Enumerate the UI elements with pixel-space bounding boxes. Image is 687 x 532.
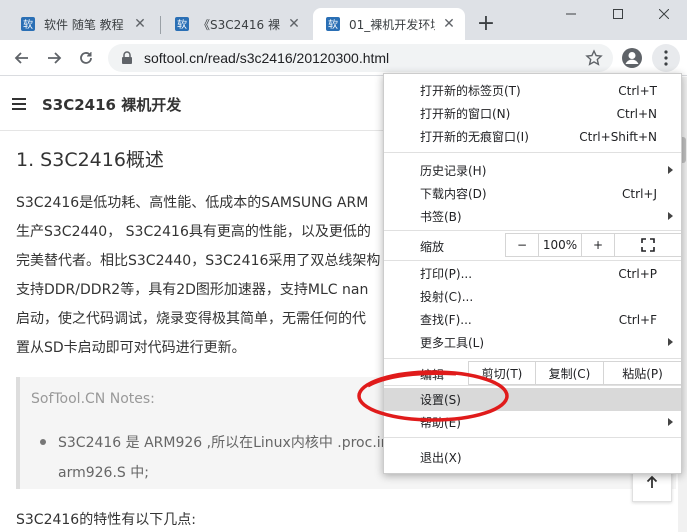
arrow-up-icon: [646, 475, 658, 488]
browser-toolbar: softool.cn/read/s3c2416/20120300.html: [0, 40, 687, 76]
tab-title: 《S3C2416 裸机: [198, 17, 280, 32]
menu-item-label: 下载内容(D): [420, 187, 487, 201]
menu-item-label: 书签(B): [420, 210, 462, 224]
menu-divider: [384, 358, 681, 359]
paste-label: 粘贴(P): [622, 366, 663, 381]
tab-close-icon[interactable]: ✕: [286, 16, 302, 32]
chrome-menu-button[interactable]: [652, 44, 680, 72]
svg-text:软: 软: [328, 18, 338, 31]
minimize-icon[interactable]: [548, 0, 594, 28]
menu-item-shortcut: Ctrl+J: [622, 186, 657, 201]
zoom-in-label: +: [592, 238, 604, 252]
menu-item-downloads[interactable]: 下载内容(D) Ctrl+J: [384, 182, 681, 205]
submenu-arrow-icon: [668, 338, 673, 346]
more-vert-icon: [664, 50, 668, 66]
bookmark-star-icon[interactable]: [585, 49, 603, 67]
paste-button[interactable]: 粘贴(P): [603, 361, 681, 385]
site-favicon-icon: 软: [175, 17, 189, 31]
menu-item-new-tab[interactable]: 打开新的标签页(T) Ctrl+T: [384, 79, 681, 102]
zoom-level: 100%: [538, 233, 582, 257]
submenu-arrow-icon: [668, 166, 673, 174]
zoom-row: 缩放 − 100% +: [384, 231, 681, 259]
menu-item-shortcut: Ctrl+Shift+N: [579, 129, 657, 144]
menu-item-label: 更多工具(L): [420, 336, 485, 350]
copy-button[interactable]: 复制(C): [535, 361, 604, 385]
maximize-icon[interactable]: [595, 0, 641, 28]
back-icon[interactable]: [8, 44, 36, 72]
bullet-icon: [40, 439, 46, 445]
menu-item-label: 打印(P)...: [420, 267, 473, 281]
tab-strip: 软 软件 随笔 教程 二 ✕ 软 《S3C2416 裸机 ✕ 软 01_裸机开发…: [0, 0, 687, 40]
menu-divider: [384, 260, 681, 261]
copy-label: 复制(C): [548, 366, 591, 381]
zoom-label: 缩放: [420, 240, 445, 254]
lock-icon: [122, 51, 132, 64]
submenu-arrow-icon: [668, 418, 673, 426]
tab-title: 01_裸机开发环境: [349, 17, 435, 32]
window-close-icon[interactable]: [641, 0, 687, 28]
menu-item-shortcut: Ctrl+P: [618, 266, 657, 281]
tab-close-icon[interactable]: ✕: [132, 16, 148, 32]
tab-title: 软件 随笔 教程 二: [44, 17, 126, 32]
menu-item-label: 查找(F)...: [420, 313, 472, 327]
menu-item-label: 退出(X): [420, 451, 462, 465]
notes-title: SofTool.CN Notes:: [31, 391, 155, 407]
tab-close-icon[interactable]: ✕: [441, 16, 457, 32]
features-intro: S3C2416的特性有以下几点:: [16, 512, 196, 528]
site-favicon-icon: 软: [326, 17, 340, 31]
menu-item-bookmarks[interactable]: 书签(B): [384, 205, 681, 228]
zoom-level-value: 100%: [542, 238, 578, 252]
menu-item-incognito[interactable]: 打开新的无痕窗口(I) Ctrl+Shift+N: [384, 125, 681, 148]
note-text: S3C2416 是 ARM926 ,所以在Linux内核中 .proc.info: [58, 435, 404, 451]
menu-divider: [384, 152, 681, 153]
menu-divider: [384, 437, 681, 438]
menu-item-label: 打开新的无痕窗口(I): [420, 130, 529, 144]
menu-item-shortcut: Ctrl+T: [618, 83, 657, 98]
menu-item-more-tools[interactable]: 更多工具(L): [384, 331, 681, 354]
menu-item-find[interactable]: 查找(F)... Ctrl+F: [384, 308, 681, 331]
address-bar[interactable]: softool.cn/read/s3c2416/20120300.html: [108, 44, 613, 72]
site-title[interactable]: S3C2416 裸机开发: [42, 94, 181, 115]
tab-2[interactable]: 软 《S3C2416 裸机 ✕: [162, 8, 310, 40]
note-text: arm926.S 中;: [58, 465, 149, 481]
hamburger-menu-icon[interactable]: [12, 98, 26, 110]
menu-item-history[interactable]: 历史记录(H): [384, 159, 681, 182]
svg-text:软: 软: [177, 18, 187, 31]
menu-item-cast[interactable]: 投射(C)...: [384, 285, 681, 308]
tab-1[interactable]: 软 软件 随笔 教程 二 ✕: [8, 8, 156, 40]
forward-icon[interactable]: [40, 44, 68, 72]
tab-separator: [160, 16, 161, 34]
zoom-out-label: −: [516, 238, 528, 252]
menu-item-shortcut: Ctrl+F: [618, 312, 657, 327]
menu-item-label: 打开新的窗口(N): [420, 107, 511, 121]
menu-item-shortcut: Ctrl+N: [616, 106, 657, 121]
zoom-in-button[interactable]: +: [581, 233, 615, 257]
red-ellipse-annotation: [357, 370, 509, 422]
tab-3-active[interactable]: 软 01_裸机开发环境 ✕: [313, 8, 465, 40]
menu-item-print[interactable]: 打印(P)... Ctrl+P: [384, 262, 681, 285]
reload-icon[interactable]: [72, 44, 100, 72]
new-tab-icon[interactable]: +: [474, 13, 498, 37]
menu-item-label: 投射(C)...: [420, 290, 474, 304]
site-favicon-icon: 软: [21, 17, 35, 31]
profile-avatar-icon[interactable]: [621, 47, 643, 69]
menu-item-label: 历史记录(H): [420, 164, 487, 178]
menu-item-exit[interactable]: 退出(X): [384, 446, 681, 469]
menu-item-new-window[interactable]: 打开新的窗口(N) Ctrl+N: [384, 102, 681, 125]
svg-text:软: 软: [23, 18, 33, 31]
url-text: softool.cn/read/s3c2416/20120300.html: [144, 50, 390, 66]
submenu-arrow-icon: [668, 212, 673, 220]
menu-item-label: 打开新的标签页(T): [420, 84, 521, 98]
article-heading: 1. S3C2416概述: [16, 149, 164, 171]
fullscreen-icon: [641, 238, 655, 252]
fullscreen-button[interactable]: [614, 233, 681, 257]
zoom-out-button[interactable]: −: [505, 233, 539, 257]
